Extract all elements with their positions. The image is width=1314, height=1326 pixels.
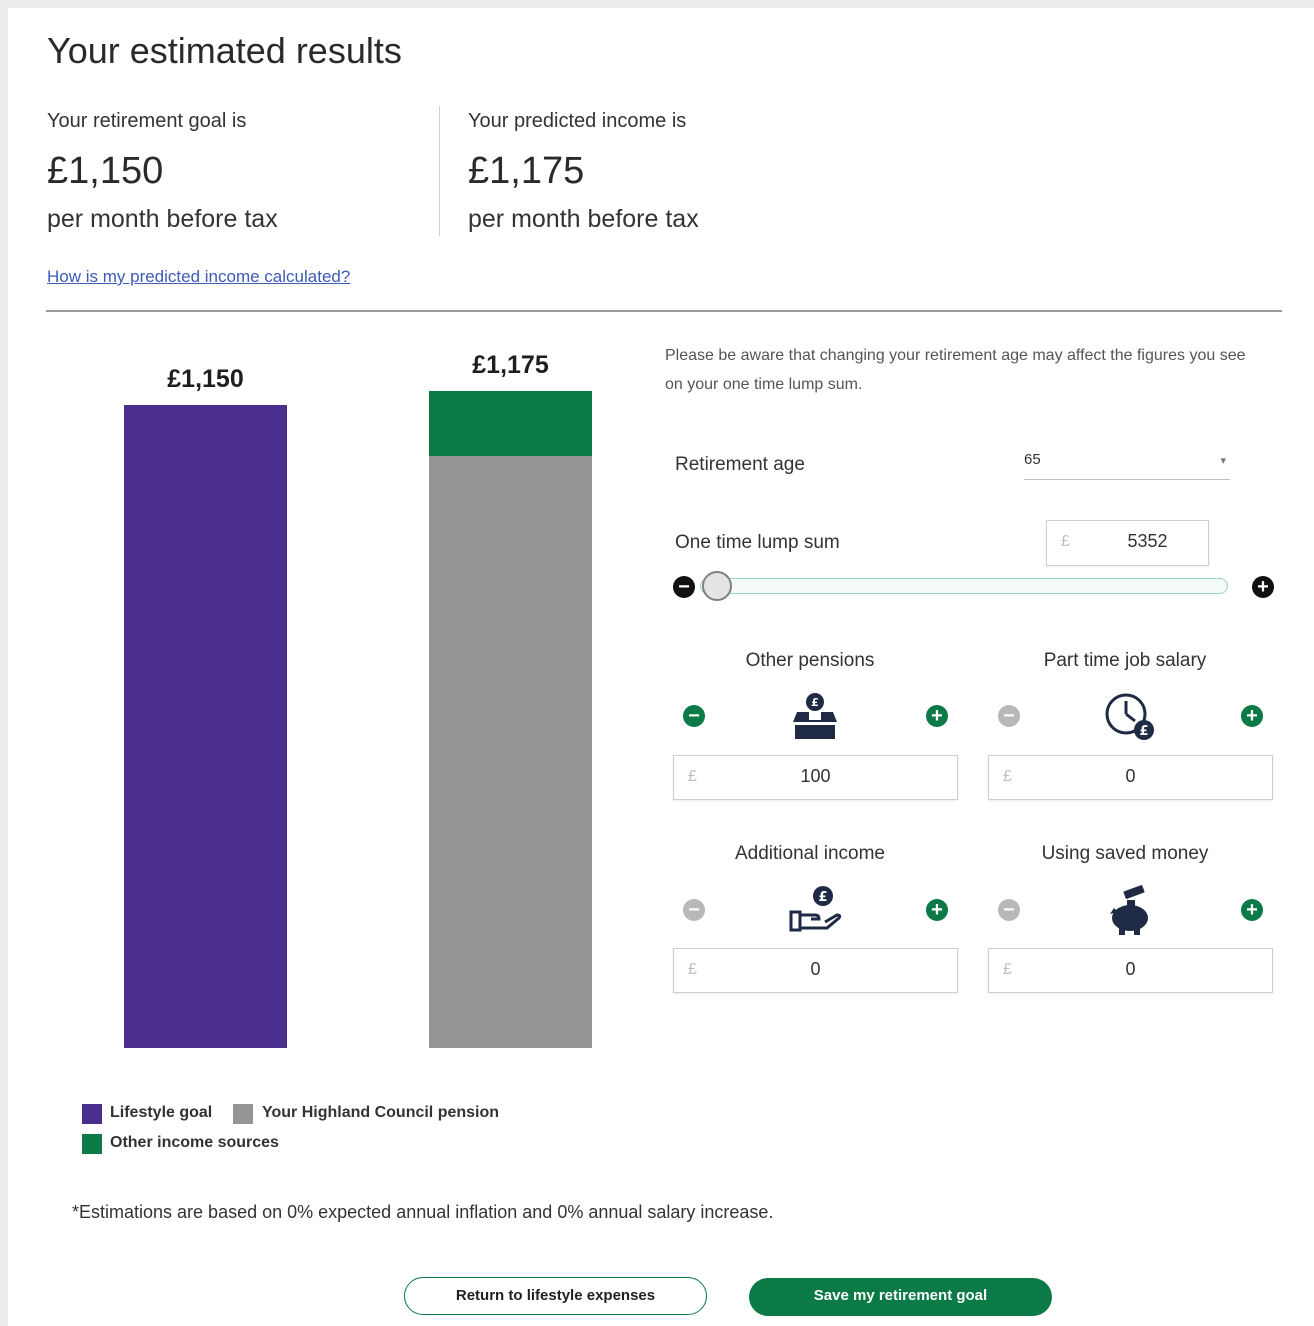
svg-text:£: £ <box>818 890 827 905</box>
additional-income-input[interactable]: £ 0 <box>673 948 958 993</box>
calculation-info-link[interactable]: How is my predicted income calculated? <box>47 267 350 287</box>
saved-money-label: Using saved money <box>1041 843 1209 864</box>
bar-other-income <box>429 391 592 456</box>
legend-council-pension: Your Highland Council pension <box>262 1104 500 1121</box>
chevron-down-icon: ▾ <box>1220 455 1226 467</box>
plus-icon: + <box>1257 576 1269 598</box>
lump-sum-slider-track[interactable] <box>700 578 1228 594</box>
plus-icon: + <box>1246 705 1258 727</box>
svg-text:£: £ <box>811 696 819 709</box>
minus-icon: − <box>688 899 700 921</box>
goal-label: Your retirement goal is <box>47 110 247 132</box>
saved-money-input[interactable]: £ 0 <box>988 948 1273 993</box>
retirement-age-value: 65 <box>1024 451 1041 468</box>
minus-icon: − <box>678 576 690 598</box>
legend-swatch-other <box>82 1134 102 1154</box>
bar-label-goal: £1,150 <box>167 364 244 393</box>
retirement-age-note: Please be aware that changing your retir… <box>665 347 1246 393</box>
part-time-salary-label: Part time job salary <box>1043 650 1207 671</box>
additional-income-increase-button[interactable]: + <box>926 899 948 921</box>
bar-lifestyle-goal <box>124 404 287 1048</box>
minus-icon: − <box>688 705 700 727</box>
legend-swatch-pension <box>233 1104 253 1124</box>
retirement-age-select[interactable]: 65 ▾ <box>1024 451 1230 480</box>
goal-period: per month before tax <box>47 205 278 233</box>
additional-income-value: 0 <box>810 959 821 979</box>
plus-icon: + <box>1246 899 1258 921</box>
lump-sum-label: One time lump sum <box>675 532 840 553</box>
legend-swatch-goal <box>82 1104 102 1124</box>
minus-icon: − <box>1003 705 1015 727</box>
additional-income-label: Additional income <box>735 843 885 864</box>
minus-icon: − <box>1003 899 1015 921</box>
retirement-age-label: Retirement age <box>675 454 805 475</box>
predicted-period: per month before tax <box>468 205 699 233</box>
return-to-lifestyle-expenses-button[interactable]: Return to lifestyle expenses <box>404 1277 707 1315</box>
part-time-salary-input[interactable]: £ 0 <box>988 755 1273 800</box>
footnote: *Estimations are based on 0% expected an… <box>72 1202 774 1222</box>
hand-pound-icon: £ <box>789 886 842 932</box>
plus-icon: + <box>931 705 943 727</box>
saved-money-increase-button[interactable]: + <box>1241 899 1263 921</box>
bar-council-pension <box>429 455 592 1048</box>
page-title: Your estimated results <box>47 30 402 71</box>
predicted-value: £1,175 <box>468 150 585 192</box>
save-retirement-goal-button[interactable]: Save my retirement goal <box>749 1278 1052 1316</box>
piggy-bank-icon <box>1110 885 1148 935</box>
saved-money-value: 0 <box>1125 959 1136 979</box>
other-pensions-value: 100 <box>800 766 831 786</box>
part-time-salary-value: 0 <box>1125 766 1136 786</box>
legend-other-income: Other income sources <box>110 1134 279 1151</box>
legend-lifestyle-goal: Lifestyle goal <box>110 1104 213 1121</box>
currency-symbol: £ <box>1061 533 1070 550</box>
bar-label-predicted: £1,175 <box>472 351 549 379</box>
lump-sum-decrease-button[interactable]: − <box>673 576 695 598</box>
other-pensions-label: Other pensions <box>745 650 875 671</box>
clock-pound-icon: £ <box>1105 693 1154 740</box>
other-pensions-input[interactable]: £ 100 <box>673 755 958 800</box>
pension-box-icon: £ <box>793 693 837 739</box>
lump-sum-slider-thumb[interactable] <box>702 571 732 601</box>
section-divider <box>46 310 1282 312</box>
header-divider <box>439 106 440 236</box>
other-pensions-increase-button[interactable]: + <box>926 705 948 727</box>
part-time-salary-increase-button[interactable]: + <box>1241 705 1263 727</box>
lump-sum-value: 5352 <box>1127 531 1168 551</box>
plus-icon: + <box>931 899 943 921</box>
additional-income-decrease-button[interactable]: − <box>683 899 705 921</box>
lump-sum-input[interactable]: £ 5352 <box>1046 520 1209 566</box>
other-pensions-decrease-button[interactable]: − <box>683 705 705 727</box>
svg-text:£: £ <box>1139 724 1148 739</box>
lump-sum-increase-button[interactable]: + <box>1252 576 1274 598</box>
predicted-label: Your predicted income is <box>468 110 687 132</box>
saved-money-decrease-button[interactable]: − <box>998 899 1020 921</box>
part-time-salary-decrease-button[interactable]: − <box>998 705 1020 727</box>
goal-value: £1,150 <box>47 150 164 192</box>
